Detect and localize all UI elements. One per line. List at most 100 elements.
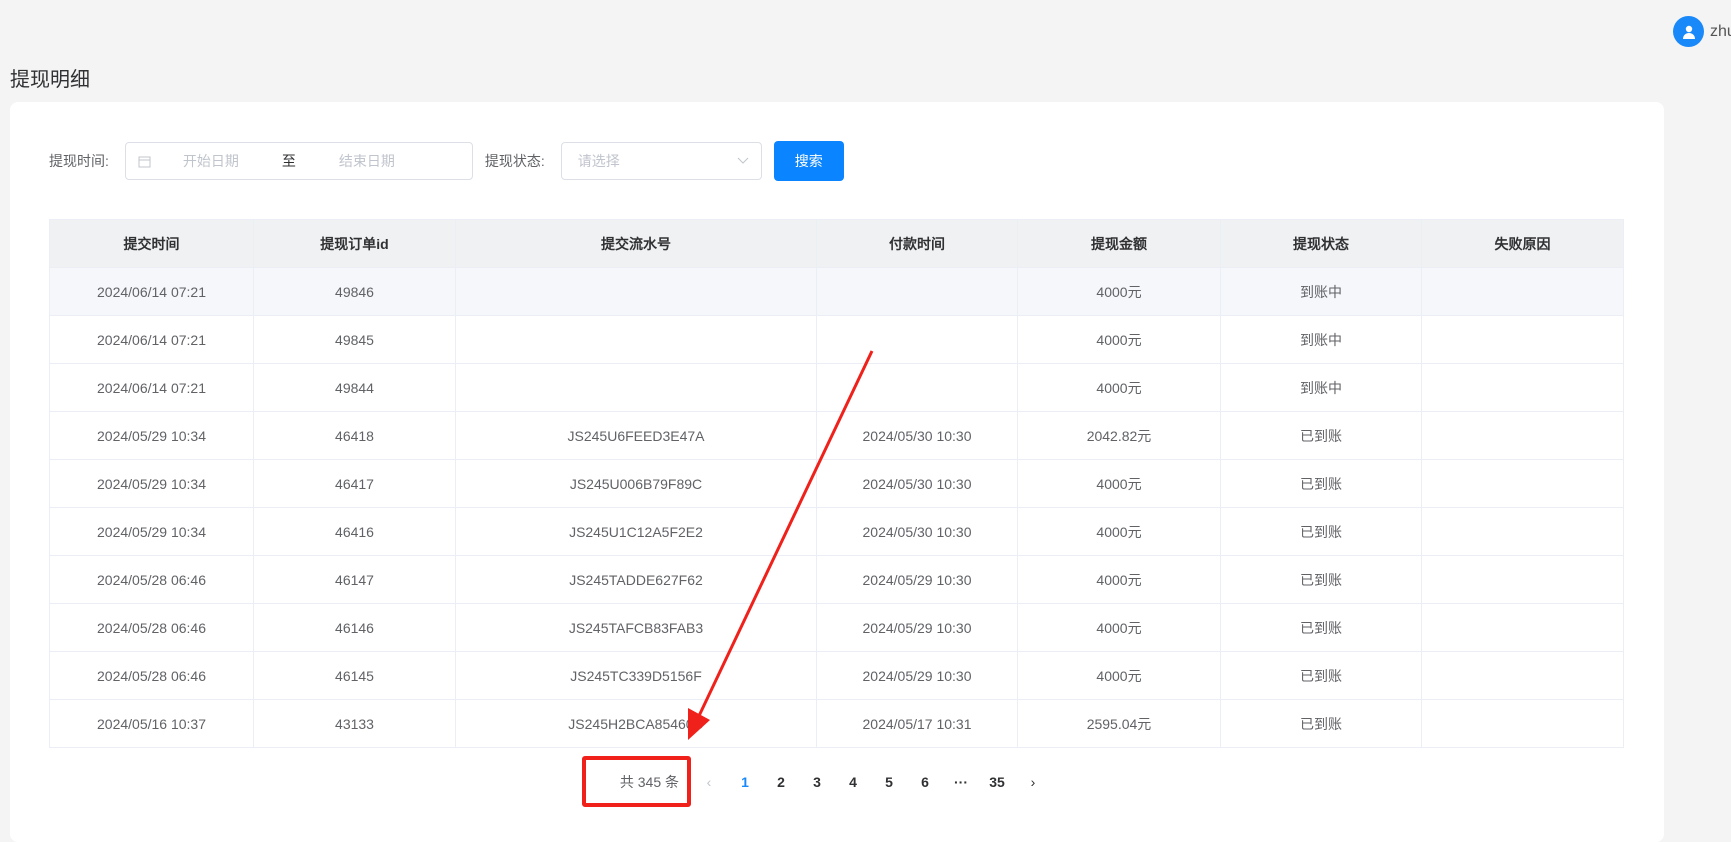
page-button[interactable]: 2 (763, 774, 799, 790)
table-row: 2024/06/14 07:21 49846 4000元 到账中 (49, 267, 1624, 316)
table-row: 2024/06/14 07:21 49844 4000元 到账中 (49, 363, 1624, 412)
table-cell: 46418 (253, 411, 456, 460)
start-date-input[interactable]: 开始日期 (151, 151, 271, 171)
table-row: 2024/05/29 10:34 46418 JS245U6FEED3E47A 202… (49, 411, 1624, 460)
table-cell: 2024/05/17 10:31 (816, 699, 1018, 748)
column-header: 付款时间 (816, 219, 1018, 268)
column-header: 失败原因 (1421, 219, 1624, 268)
total-count: 共 345 条 (582, 756, 691, 807)
table-cell: 2024/05/30 10:30 (816, 411, 1018, 460)
table-row: 2024/05/28 06:46 46147 JS245TADDE627F62 202… (49, 555, 1624, 604)
table-cell: 已到账 (1220, 651, 1422, 700)
table-cell: 2024/05/29 10:30 (816, 651, 1018, 700)
table-cell: 2024/05/30 10:30 (816, 507, 1018, 556)
table-cell: 46145 (253, 651, 456, 700)
table-cell: 已到账 (1220, 555, 1422, 604)
user-menu[interactable]: zhu (1673, 16, 1731, 47)
table-cell: JS245TC339D5156F (455, 651, 817, 700)
table-cell (455, 267, 817, 316)
table-cell: 到账中 (1220, 267, 1422, 316)
table-cell: 已到账 (1220, 699, 1422, 748)
withdrawal-table: 提交时间 提现订单id 提交流水号 付款时间 提现金额 提现状态 失败原因 2024/06/… (49, 219, 1624, 748)
filter-bar: 提现时间: 开始日期 至 结束日期 提现状态: 请选择 搜索 (49, 141, 844, 181)
table-cell (1421, 555, 1624, 604)
table-cell: 4000元 (1017, 267, 1221, 316)
table-cell: 已到账 (1220, 459, 1422, 508)
table-row: 2024/05/29 10:34 46416 JS245U1C12A5F2E2 202… (49, 507, 1624, 556)
column-header: 提交时间 (49, 219, 254, 268)
table-cell: JS245TADDE627F62 (455, 555, 817, 604)
table-cell: 2024/05/29 10:30 (816, 603, 1018, 652)
page-button[interactable]: 6 (907, 774, 943, 790)
table-cell: 2024/05/29 10:30 (816, 555, 1018, 604)
table-cell (816, 267, 1018, 316)
table-cell: 4000元 (1017, 507, 1221, 556)
search-button[interactable]: 搜索 (773, 141, 844, 181)
table-cell: 46417 (253, 459, 456, 508)
table-cell (455, 315, 817, 364)
table-cell (1421, 603, 1624, 652)
status-placeholder: 请选择 (577, 153, 620, 169)
more-pages-button[interactable]: ··· (943, 774, 979, 790)
table-cell: 2024/05/29 10:34 (49, 411, 254, 460)
table-cell: 43133 (253, 699, 456, 748)
range-separator: 至 (281, 153, 296, 169)
table-cell: 49846 (253, 267, 456, 316)
table-cell: 4000元 (1017, 555, 1221, 604)
table-row: 2024/05/28 06:46 46146 JS245TAFCB83FAB3 202… (49, 603, 1624, 652)
table-cell (816, 363, 1018, 412)
table-cell: JS245H2BCA85460D (455, 699, 817, 748)
page-button[interactable]: 3 (799, 774, 835, 790)
table-cell: JS245TAFCB83FAB3 (455, 603, 817, 652)
table-cell: 2024/06/14 07:21 (49, 315, 254, 364)
date-range-picker[interactable]: 开始日期 至 结束日期 (124, 142, 473, 180)
table-cell: 2024/05/28 06:46 (49, 603, 254, 652)
table-cell (1421, 267, 1624, 316)
page-button[interactable]: 4 (835, 774, 871, 790)
chevron-down-icon (737, 157, 749, 164)
table-cell: 到账中 (1220, 315, 1422, 364)
avatar[interactable] (1673, 16, 1704, 47)
table-cell (1421, 411, 1624, 460)
page-button[interactable]: 5 (871, 774, 907, 790)
table-cell: 4000元 (1017, 459, 1221, 508)
table-cell: 2024/06/14 07:21 (49, 363, 254, 412)
table-cell (816, 315, 1018, 364)
user-icon (1682, 25, 1695, 39)
table-cell: 2024/05/30 10:30 (816, 459, 1018, 508)
table-cell: JS245U6FEED3E47A (455, 411, 817, 460)
next-page-button[interactable]: › (1015, 774, 1051, 790)
table-cell: 4000元 (1017, 363, 1221, 412)
table-cell: 49844 (253, 363, 456, 412)
table-header: 提交时间 提现订单id 提交流水号 付款时间 提现金额 提现状态 失败原因 (49, 219, 1624, 268)
table-cell: JS245U1C12A5F2E2 (455, 507, 817, 556)
table-cell: 4000元 (1017, 651, 1221, 700)
table-cell: 已到账 (1220, 507, 1422, 556)
table-cell (1421, 315, 1624, 364)
page-title: 提现明细 (10, 69, 90, 91)
table-cell: 2024/05/29 10:34 (49, 459, 254, 508)
table-cell (1421, 459, 1624, 508)
page-button[interactable]: 35 (979, 774, 1015, 790)
status-select[interactable]: 请选择 (560, 142, 762, 180)
table-row: 2024/05/28 06:46 46145 JS245TC339D5156F 202… (49, 651, 1624, 700)
pagination: 共 345 条 ‹ 1 2 3 4 5 6 ··· 35 › (582, 756, 1051, 807)
table-cell: 46416 (253, 507, 456, 556)
table-cell (1421, 651, 1624, 700)
page-button[interactable]: 1 (727, 774, 763, 790)
table-row: 2024/06/14 07:21 49845 4000元 到账中 (49, 315, 1624, 364)
table-cell: 2024/05/29 10:34 (49, 507, 254, 556)
time-label: 提现时间: (49, 153, 109, 169)
status-label: 提现状态: (484, 153, 545, 169)
table-cell: JS245U006B79F89C (455, 459, 817, 508)
table-cell: 已到账 (1220, 411, 1422, 460)
table-cell: 4000元 (1017, 603, 1221, 652)
table-row: 2024/05/29 10:34 46417 JS245U006B79F89C 202… (49, 459, 1624, 508)
username: zhu (1710, 22, 1731, 40)
calendar-icon (138, 156, 151, 167)
end-date-input[interactable]: 结束日期 (307, 151, 427, 171)
table-cell (1421, 699, 1624, 748)
table-cell: 2595.04元 (1017, 699, 1221, 748)
prev-page-button[interactable]: ‹ (691, 774, 727, 790)
table-cell: 2024/05/28 06:46 (49, 651, 254, 700)
